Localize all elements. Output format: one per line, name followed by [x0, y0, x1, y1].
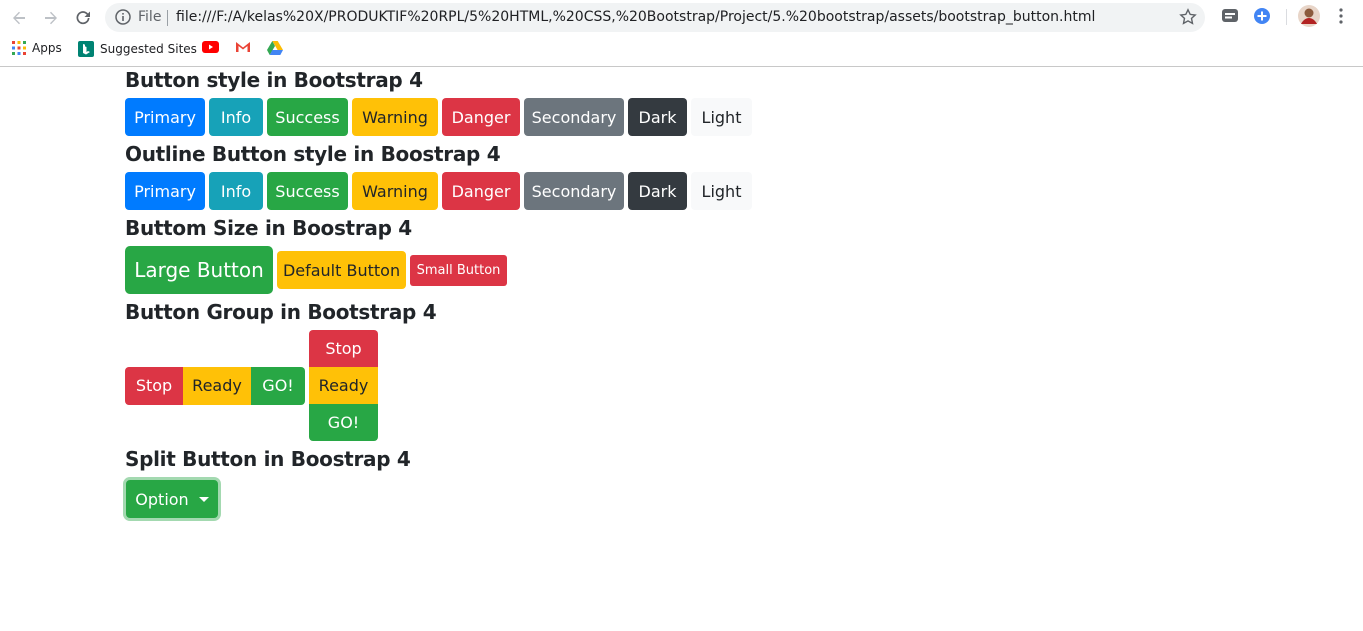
outline-style-row: Primary Info Success Warning Danger Seco… [125, 172, 752, 210]
bookmark-label: Suggested Sites [100, 42, 197, 56]
section-title-size: Buttom Size in Boostrap 4 [125, 216, 412, 240]
btn-outline-dark[interactable]: Dark [628, 172, 687, 210]
file-label: File [138, 9, 162, 25]
toolbar-divider [1286, 9, 1287, 25]
section-title-split: Split Button in Boostrap 4 [125, 447, 411, 471]
bing-icon [78, 41, 94, 57]
split-row: Option [125, 480, 752, 518]
btn-group-ready[interactable]: Ready [183, 366, 251, 405]
btn-split-option[interactable]: Option [126, 480, 218, 518]
youtube-icon [202, 41, 219, 53]
btn-warning[interactable]: Warning [352, 98, 438, 136]
size-row: Large Button Default Button Small Button [125, 246, 752, 294]
bookmarks-bar: Apps Suggested Sites [0, 35, 1363, 67]
button-group-horizontal: Stop Ready GO! [125, 366, 305, 405]
forward-arrow-icon [45, 11, 57, 25]
bookmark-drive[interactable] [267, 41, 283, 55]
btn-secondary[interactable]: Secondary [524, 98, 624, 136]
btn-outline-success[interactable]: Success [267, 172, 348, 210]
bookmark-suggested-sites[interactable]: Suggested Sites [78, 41, 197, 57]
btn-outline-light[interactable]: Light [691, 172, 752, 210]
section-title-outline-style: Outline Button style in Boostrap 4 [125, 142, 501, 166]
section-title-group: Button Group in Bootstrap 4 [125, 300, 437, 324]
btn-large[interactable]: Large Button [125, 246, 273, 294]
btn-group-go[interactable]: GO! [251, 366, 305, 405]
back-button[interactable] [7, 6, 31, 30]
btn-small[interactable]: Small Button [410, 254, 507, 286]
btn-vgroup-stop[interactable]: Stop [309, 330, 378, 367]
btn-vgroup-ready[interactable]: Ready [309, 367, 378, 404]
btn-vgroup-go[interactable]: GO! [309, 404, 378, 441]
reload-button[interactable] [71, 6, 95, 30]
btn-info[interactable]: Info [209, 98, 263, 136]
menu-kebab-icon[interactable] [1334, 7, 1348, 30]
back-arrow-icon [13, 11, 25, 25]
btn-outline-info[interactable]: Info [209, 172, 263, 210]
option-label: Option [135, 489, 189, 509]
drive-icon [267, 41, 283, 55]
button-group-vertical: Stop Ready GO! [309, 330, 378, 441]
bookmark-label: Apps [32, 41, 62, 55]
browser-toolbar: File file:///F:/A/kelas%20X/PRODUKTIF%20… [0, 0, 1363, 35]
btn-outline-secondary[interactable]: Secondary [524, 172, 624, 210]
page-content: Button style in Bootstrap 4 Primary Info… [125, 67, 752, 523]
group-row: Stop Ready GO! Stop Ready GO! [125, 330, 752, 441]
extension-chat-icon[interactable] [1221, 7, 1239, 30]
btn-outline-primary[interactable]: Primary [125, 172, 205, 210]
bookmark-gmail[interactable] [235, 41, 251, 53]
section-title-button-style: Button style in Bootstrap 4 [125, 68, 423, 92]
apps-grid-icon [12, 41, 26, 55]
extension-plus-icon[interactable] [1253, 7, 1271, 30]
button-style-row: Primary Info Success Warning Danger Seco… [125, 98, 752, 136]
btn-danger[interactable]: Danger [442, 98, 520, 136]
separator [167, 10, 168, 26]
btn-outline-danger[interactable]: Danger [442, 172, 520, 210]
btn-outline-warning[interactable]: Warning [352, 172, 438, 210]
bookmark-youtube[interactable] [202, 41, 219, 53]
btn-primary[interactable]: Primary [125, 98, 205, 136]
reload-icon [76, 11, 90, 25]
url-text[interactable]: file:///F:/A/kelas%20X/PRODUKTIF%20RPL/5… [176, 9, 1095, 25]
btn-dark[interactable]: Dark [628, 98, 687, 136]
bookmark-apps[interactable]: Apps [12, 41, 62, 55]
gmail-icon [236, 42, 250, 52]
btn-group-stop[interactable]: Stop [125, 366, 183, 405]
btn-success[interactable]: Success [267, 98, 348, 136]
btn-light[interactable]: Light [691, 98, 752, 136]
bookmark-star-icon[interactable] [1179, 8, 1197, 31]
address-bar[interactable]: File file:///F:/A/kelas%20X/PRODUKTIF%20… [105, 3, 1205, 32]
info-icon[interactable] [115, 9, 131, 30]
profile-avatar[interactable] [1298, 5, 1320, 32]
btn-default[interactable]: Default Button [277, 251, 406, 289]
caret-down-icon [198, 496, 209, 502]
forward-button[interactable] [39, 6, 63, 30]
